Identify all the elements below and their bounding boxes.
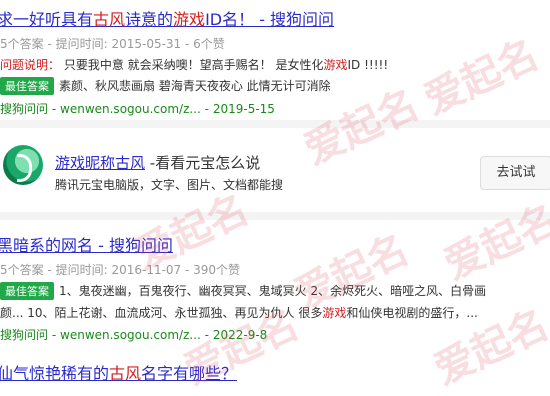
ad-title-link: 游戏昵称古风 (55, 154, 146, 172)
yuanbao-logo-icon (3, 145, 43, 185)
source-site: 搜狗问问 (0, 328, 49, 342)
source-date: 2022-9-8 (212, 328, 268, 342)
result-1-meta: 5个答案 - 提问时间: 2015-05-31 - 6个赞 (0, 37, 225, 51)
description-text: ID !!!!! (347, 58, 389, 72)
source-site: 搜狗问问 (0, 102, 49, 116)
best-answer-badge: 最佳答案 (0, 77, 54, 95)
result-1-answer: 最佳答案 素颜、秋风悲画扇 碧海青天夜夜心 此情无计可消除 (0, 77, 550, 95)
description-text: 只要我中意 就会采纳噢！望高手赐名！ 是女性化 (63, 58, 324, 72)
answer-text: 和仙侠电视剧的盛行，... (346, 306, 478, 320)
ad-title-text: -看看元宝怎么说 (145, 154, 261, 172)
source-date: 2019-5-15 (212, 102, 275, 116)
result-2-meta: 5个答案 - 提问时间: 2016-11-07 - 390个赞 (0, 263, 241, 277)
answer-highlight: 游戏 (322, 306, 347, 320)
description-highlight: 游戏 (323, 58, 348, 72)
title-highlight: 古风 (93, 10, 126, 29)
title-text: ID名！ - 搜狗问问 (205, 10, 335, 29)
title-text: 仙气惊艳稀有的 (0, 364, 110, 383)
ad-title[interactable]: 游戏昵称古风 -看看元宝怎么说 (55, 152, 260, 173)
result-3-title[interactable]: 仙气惊艳稀有的古风名字有哪些？ (0, 360, 550, 384)
divider (0, 212, 550, 220)
result-1: 求一好听具有古风诗意的游戏ID名！ - 搜狗问问 5个答案 - 提问时间: 20… (0, 6, 550, 117)
result-1-title[interactable]: 求一好听具有古风诗意的游戏ID名！ - 搜狗问问 (0, 6, 550, 30)
description-label: 问题说明： (0, 58, 61, 72)
title-text: 名字有哪些？ (141, 364, 238, 383)
result-3: 仙气惊艳稀有的古风名字有哪些？ (0, 360, 550, 384)
result-2-title[interactable]: 黑暗系的网名 - 搜狗问问 (0, 232, 550, 256)
title-text: 求一好听具有 (0, 10, 94, 29)
result-2-answer-line-1: 最佳答案 1、鬼夜迷幽，百鬼夜行、幽夜冥冥、鬼域冥火 2、余烬死火、暗哑之风、白骨… (0, 282, 550, 300)
try-button[interactable]: 去试试 (480, 156, 550, 190)
result-2-answer-line-2: 颜... 10、陌上花谢、血流成河、永世孤独、再见为仇人 很多游戏和仙侠电视剧的… (0, 304, 550, 321)
answer-text: 颜... 10、陌上花谢、血流成河、永世孤独、再见为仇人 很多 (0, 306, 323, 320)
divider (0, 120, 550, 128)
result-1-description: 问题说明： 只要我中意 就会采纳噢！望高手赐名！ 是女性化游戏ID !!!!! (0, 56, 550, 73)
title-highlight: 游戏 (173, 10, 206, 29)
best-answer-badge: 最佳答案 (0, 282, 54, 300)
result-1-source[interactable]: 搜狗问问 - wenwen.sogou.com/z... - 2019-5-15 (0, 100, 550, 117)
result-2: 黑暗系的网名 - 搜狗问问 5个答案 - 提问时间: 2016-11-07 - … (0, 232, 550, 343)
answer-text: 素颜、秋风悲画扇 碧海青天夜夜心 此情无计可消除 (59, 79, 331, 93)
result-2-source[interactable]: 搜狗问问 - wenwen.sogou.com/z... - 2022-9-8 (0, 326, 550, 343)
source-url: wenwen.sogou.com/z... (60, 328, 201, 342)
ad-description: 腾讯元宝电脑版，文字、图片、文档都能搜 (55, 178, 284, 192)
source-url: wenwen.sogou.com/z... (60, 102, 201, 116)
title-text: 诗意的 (125, 10, 174, 29)
answer-text: 1、鬼夜迷幽，百鬼夜行、幽夜冥冥、鬼域冥火 2、余烬死火、暗哑之风、白骨画 (59, 284, 487, 298)
ai-assistant-ad[interactable]: 游戏昵称古风 -看看元宝怎么说 腾讯元宝电脑版，文字、图片、文档都能搜 (0, 138, 550, 200)
title-highlight: 古风 (109, 364, 142, 383)
